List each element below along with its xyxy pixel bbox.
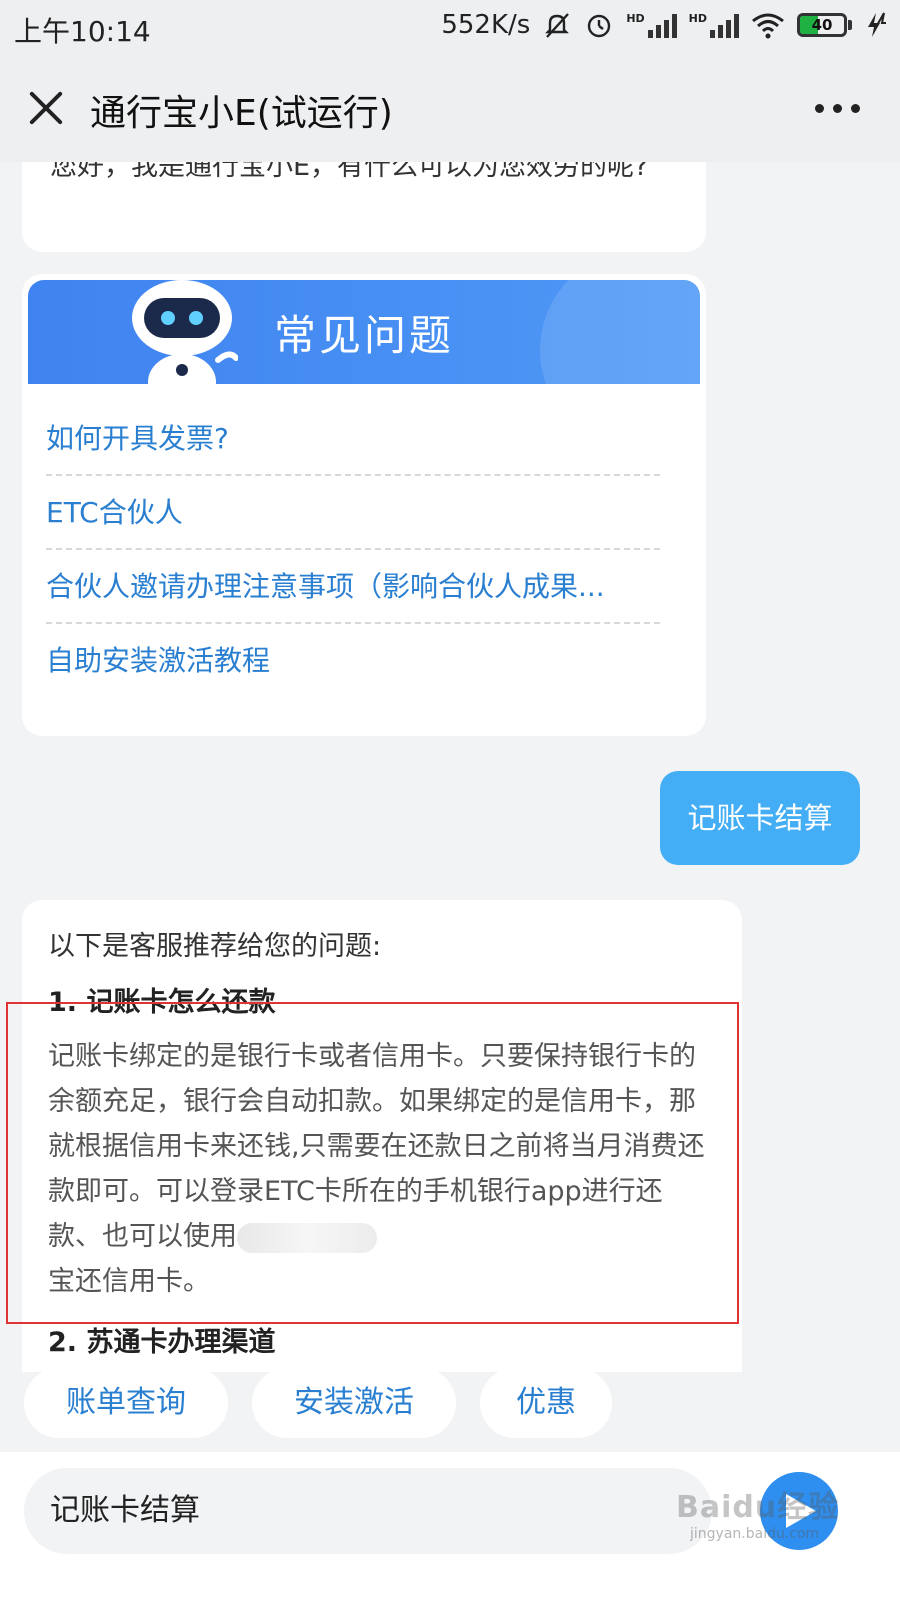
status-icons: 552K/s HD HD 40 — [441, 10, 888, 40]
faq-item-partner-notes[interactable]: 合伙人邀请办理注意事项（影响合伙人成果... — [46, 550, 660, 624]
greeting-text: 您好，我是通行宝小E，有什么可以为您效劳的呢? — [50, 162, 649, 182]
faq-list: 如何开具发票? ETC合伙人 合伙人邀请办理注意事项（影响合伙人成果... 自助… — [46, 402, 660, 698]
signal-icon-2: HD — [689, 12, 739, 38]
alarm-icon — [588, 14, 611, 38]
answer-intro: 以下是客服推荐给您的问题: — [48, 931, 382, 962]
input-bar: 记账卡结算 Baidu经验 jingyan.baidu.com — [0, 1452, 900, 1600]
faq-title: 常见问题 — [274, 311, 455, 360]
greeting-bubble: 您好，我是通行宝小E，有什么可以为您效劳的呢? — [22, 162, 706, 252]
faq-item-etc-partner[interactable]: ETC合伙人 — [46, 476, 660, 550]
network-speed: 552K/s — [441, 10, 531, 40]
more-options-icon[interactable] — [815, 104, 860, 113]
quick-reply-bill-query[interactable]: 账单查询 — [24, 1368, 228, 1438]
watermark-logo: Baidu经验 — [676, 1490, 840, 1525]
highlight-box — [6, 1002, 739, 1324]
hd-label: HD — [626, 12, 645, 25]
message-input[interactable]: 记账卡结算 — [24, 1468, 712, 1554]
faq-banner: 常见问题 — [28, 280, 700, 384]
battery-icon: 40 — [797, 13, 852, 37]
chat-area[interactable]: 您好，我是通行宝小E，有什么可以为您效劳的呢? 常见问题 如何开具发票? ETC… — [0, 162, 900, 1372]
charging-icon — [868, 12, 886, 37]
title-bar: 通行宝小E(试运行) — [0, 56, 900, 162]
faq-item-self-install[interactable]: 自助安装激活教程 — [46, 624, 660, 698]
status-bar: 上午10:14 552K/s HD HD 40 — [0, 0, 900, 56]
faq-item-invoice[interactable]: 如何开具发票? — [46, 402, 660, 476]
quick-reply-install-activate[interactable]: 安装激活 — [252, 1368, 456, 1438]
page-title: 通行宝小E(试运行) — [90, 93, 393, 134]
close-icon[interactable] — [24, 86, 68, 130]
quick-reply-offers[interactable]: 优惠 — [480, 1368, 612, 1438]
user-message-bubble: 记账卡结算 — [660, 771, 860, 865]
watermark-url: jingyan.baidu.com — [690, 1526, 820, 1542]
status-time: 上午10:14 — [14, 15, 151, 48]
hd-label-2: HD — [688, 12, 707, 25]
signal-icon: HD — [626, 12, 677, 38]
robot-mascot-icon — [132, 280, 238, 384]
wifi-icon — [752, 13, 784, 39]
faq-card: 常见问题 如何开具发票? ETC合伙人 合伙人邀请办理注意事项（影响合伙人成果.… — [22, 274, 706, 736]
quick-reply-bar: 账单查询 安装激活 优惠 — [0, 1360, 900, 1450]
battery-level: 40 — [811, 16, 833, 34]
mute-icon — [545, 13, 570, 38]
